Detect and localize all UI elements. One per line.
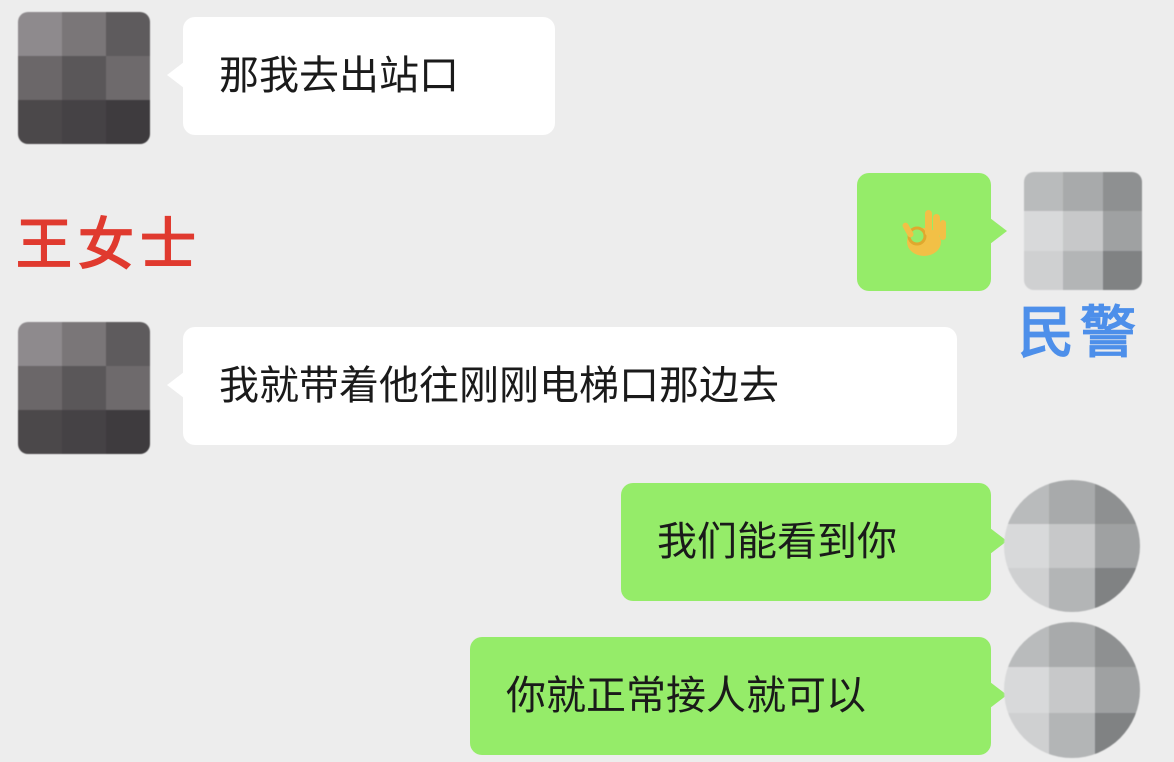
message-bubble-emoji[interactable] [857,173,1007,291]
message-text: 我就带着他往刚刚电梯口那边去 [219,363,779,409]
message-bubble[interactable]: 我就带着他往刚刚电梯口那边去 [167,327,957,445]
speaker-label-police: 民警 [1018,301,1142,366]
avatar-police[interactable] [1004,480,1140,612]
avatar-wang[interactable] [18,322,150,454]
avatar-police[interactable] [1024,172,1142,290]
message-bubble[interactable]: 那我去出站口 [167,17,555,135]
message-text: 那我去出站口 [219,53,459,99]
message-text: 你就正常接人就可以 [506,673,866,719]
message-bubble[interactable]: 我们能看到你 [621,483,1007,601]
ok-hand-icon [902,210,946,256]
message-bubble[interactable]: 你就正常接人就可以 [470,637,1007,755]
avatar-police[interactable] [1004,622,1140,758]
message-text: 我们能看到你 [657,519,897,565]
avatar-wang[interactable] [18,12,150,144]
speaker-label-wang: 王女士 [16,213,202,278]
